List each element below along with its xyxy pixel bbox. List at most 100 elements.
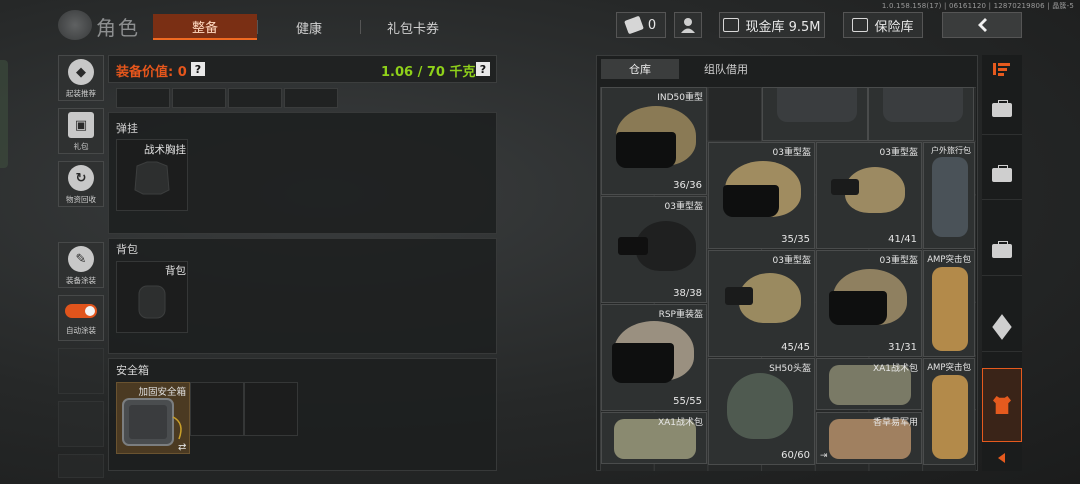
item-name: 03重型盔 [772, 148, 811, 158]
sort-button[interactable] [982, 55, 1022, 83]
inventory-item[interactable]: AMP突击包 [923, 358, 975, 465]
safe-vault-label: 保险库 [874, 19, 914, 35]
recycle-icon: ↻ [68, 165, 94, 191]
chest-rig-title: 弹挂 [116, 122, 138, 135]
operator-button[interactable] [674, 12, 702, 38]
inventory-item[interactable]: SH50头盔 60/60 [708, 358, 815, 465]
item-name: 户外旅行包 [931, 146, 971, 155]
side-label: 起装推荐 [66, 89, 96, 98]
vault-icon [852, 18, 869, 32]
safebox-cell[interactable] [244, 382, 298, 436]
safe-vault-button[interactable]: 保险库 [843, 12, 923, 38]
item-durability: 35/35 [781, 234, 810, 245]
inventory-item[interactable]: 03重型盔 31/31 [816, 250, 922, 357]
page-title: 角色 [96, 16, 140, 40]
safebox-cell[interactable] [190, 382, 244, 436]
empty-side-slot [58, 454, 104, 478]
operator-icon [681, 18, 695, 33]
category-case-1[interactable] [982, 85, 1022, 135]
swap-icon[interactable]: ⇄ [178, 442, 186, 453]
carry-weight: 1.06 / 70 千克 [381, 65, 476, 80]
left-edge-handle[interactable] [0, 60, 8, 168]
category-case-3[interactable] [982, 226, 1022, 276]
item-name: RSP重装盔 [658, 310, 703, 320]
item-name: IND50重型 [657, 93, 703, 103]
item-durability: 41/41 [888, 234, 917, 245]
case-icon [992, 164, 1012, 182]
tab-warehouse[interactable]: 仓库 [601, 59, 679, 79]
inventory-item[interactable]: 03重型盔 41/41 [816, 142, 922, 249]
inventory-item[interactable] [868, 87, 974, 141]
collapse-rail-button[interactable] [982, 444, 1022, 472]
inventory-item[interactable]: XA1战术包 [816, 358, 922, 410]
value-help-button[interactable]: ? [191, 62, 205, 76]
inventory-item[interactable]: IND50重型 36/36 [601, 87, 707, 195]
gift-button[interactable]: ▣ 礼包 [58, 108, 104, 154]
item-durability: 60/60 [781, 450, 810, 461]
item-durability: 38/38 [673, 288, 702, 299]
backpack-item-name: 背包 [165, 265, 186, 277]
shirt-icon [993, 396, 1011, 414]
auto-paint-toggle[interactable]: 自动涂装 [58, 295, 104, 341]
inventory-item[interactable]: AMP突击包 [923, 250, 975, 357]
tab-gift-coupons[interactable]: 礼包卡券 [361, 14, 465, 40]
safebox-title: 安全箱 [116, 364, 149, 377]
item-name: AMP突击包 [927, 255, 971, 265]
tab-loadout[interactable]: 整备 [153, 14, 257, 40]
inventory-item[interactable] [762, 87, 868, 141]
weight-help-button[interactable]: ? [476, 62, 490, 76]
inventory-item[interactable]: 03重型盔 38/38 [601, 196, 707, 303]
item-durability: 31/31 [888, 342, 917, 353]
item-name: 03重型盔 [664, 202, 703, 212]
ticket-count: 0 [647, 17, 657, 33]
toggle-switch[interactable] [65, 304, 97, 318]
pocket-slot[interactable] [116, 88, 170, 108]
inventory-item[interactable]: 03重型盔 35/35 [708, 142, 815, 249]
side-label: 装备涂装 [66, 276, 96, 285]
recycle-button[interactable]: ↻ 物资回收 [58, 161, 104, 207]
tab-team-borrow[interactable]: 组队借用 [681, 59, 771, 79]
chest-rig-item-name: 战术胸挂 [144, 144, 186, 156]
item-name: 香草易军用 [872, 418, 918, 428]
side-label: 自动涂装 [66, 326, 96, 335]
equipment-value: 装备价值: 0 [116, 65, 187, 80]
recommend-icon: ◆ [68, 59, 94, 85]
item-name: XA1战术包 [872, 364, 918, 374]
pocket-slot[interactable] [228, 88, 282, 108]
safebox-item-name: 加固安全箱 [138, 387, 186, 398]
loadout-recommend-button[interactable]: ◆ 起装推荐 [58, 55, 104, 101]
cash-vault-button[interactable]: 现金库 9.5M [719, 12, 825, 38]
ticket-counter[interactable]: 0 [616, 12, 666, 38]
tab-health[interactable]: 健康 [258, 14, 360, 40]
item-name: 03重型盔 [879, 256, 918, 266]
back-button[interactable] [942, 12, 1022, 38]
version-info: 1.0.158.158(17) | 06161120 | 12870219806… [881, 2, 1074, 10]
category-apparel[interactable] [982, 368, 1022, 442]
pocket-slot[interactable] [172, 88, 226, 108]
chevron-left-icon [978, 18, 987, 32]
globe-logo-icon [58, 10, 92, 40]
cash-vault-label: 现金库 9.5M [745, 19, 821, 35]
item-name: 03重型盔 [772, 256, 811, 266]
item-name: XA1战术包 [657, 418, 703, 428]
category-case-2[interactable] [982, 150, 1022, 200]
equipment-paint-button[interactable]: ✎ 装备涂装 [58, 242, 104, 288]
move-arrow-icon[interactable]: ⇥ [820, 451, 828, 461]
item-name: 03重型盔 [879, 148, 918, 158]
inventory-item[interactable]: XA1战术包 [601, 412, 707, 464]
triangle-left-icon [998, 453, 1005, 463]
empty-side-slot [58, 401, 104, 447]
inventory-item[interactable]: 03重型盔 45/45 [708, 250, 815, 357]
inventory-item[interactable]: 香草易军用 [816, 412, 922, 464]
pocket-slot[interactable] [284, 88, 338, 108]
item-durability: 55/55 [673, 396, 702, 407]
inventory-item[interactable]: 户外旅行包 [923, 142, 975, 249]
cash-icon [723, 18, 740, 32]
empty-side-slot [58, 348, 104, 394]
category-misc[interactable] [982, 302, 1022, 352]
inventory-item[interactable]: RSP重装盔 55/55 [601, 304, 707, 411]
side-label: 礼包 [73, 142, 89, 151]
sort-icon [993, 63, 1010, 76]
item-durability: 36/36 [673, 180, 702, 191]
paint-icon: ✎ [68, 246, 94, 272]
